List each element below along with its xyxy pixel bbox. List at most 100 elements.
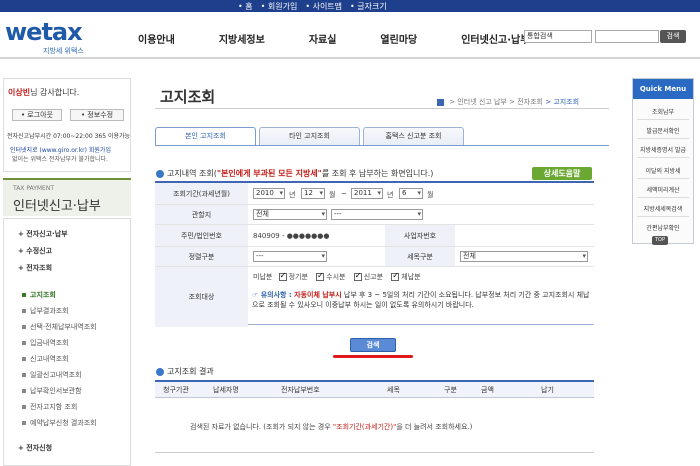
side-header-title: 인터넷신고·납부	[13, 199, 101, 214]
col-amount: 금액	[481, 386, 494, 394]
region-select-1[interactable]: 전체	[253, 209, 327, 220]
side-sub-e-notice[interactable]: 전자고지함 조회	[22, 402, 77, 412]
signup-link[interactable]: • 회원가입	[261, 1, 298, 12]
side-item-e-application[interactable]: + 전자신청	[18, 443, 52, 453]
nav-tax-info[interactable]: 지방세정보	[219, 31, 265, 46]
side-sub-label: 납부결과조회	[30, 307, 69, 315]
sort-select[interactable]: ---	[253, 251, 327, 262]
checkbox-report[interactable]	[353, 271, 362, 281]
nav-forum[interactable]: 열린마당	[380, 31, 417, 46]
sitemap-link[interactable]: • 사이트맵	[305, 1, 342, 12]
side-menu: + 전자신고·납부 + 수정신고 + 전자조회 고지조회 납부결과조회 선택·전…	[3, 218, 131, 466]
side-item-amend[interactable]: + 수정신고	[18, 246, 52, 256]
top-utility-bar: • 홈 • 회원가입 • 사이트맵 • 글자크기	[0, 0, 700, 12]
scroll-top-button[interactable]: TOP	[652, 236, 668, 245]
tilde: ~	[341, 190, 347, 198]
label-biz-number: 사업자번호	[385, 225, 455, 246]
side-sub-label: 선택·전체납부내역조회	[30, 323, 97, 331]
to-month-select[interactable]: 6	[399, 188, 423, 199]
col-category: 구분	[444, 386, 457, 394]
from-year-select[interactable]: 2010	[253, 188, 285, 199]
side-sub-batch-report[interactable]: 일괄신고내역조회	[22, 370, 82, 380]
home-link[interactable]: • 홈	[238, 1, 253, 12]
tab-hometax-inquiry[interactable]: 홈택스 신고분 조회	[363, 127, 464, 145]
section-title-result: 고지조회 결과	[156, 366, 214, 377]
empty-highlight: "조회기간(과세기간)"	[332, 423, 397, 431]
unit-month: 월	[329, 191, 336, 199]
top-search-button[interactable]: 검색	[660, 30, 686, 43]
giro-link[interactable]: 인터넷지로 (www.giro.or.kr) 회원가입	[10, 145, 111, 154]
side-item-e-inquiry[interactable]: + 전자조회	[18, 263, 52, 273]
checkbox-regular[interactable]	[278, 271, 287, 281]
side-sub-notice-inquiry[interactable]: 고지조회	[22, 290, 56, 300]
to-year-select[interactable]: 2011	[351, 188, 383, 199]
search-submit-button[interactable]: 검색	[350, 338, 396, 352]
notice-highlight: 자동이체 납부시	[294, 291, 342, 299]
col-taxpayer: 납세자명	[213, 386, 239, 394]
home-icon[interactable]	[437, 98, 444, 106]
nav-library[interactable]: 자료실	[309, 31, 337, 46]
tax-type-select[interactable]: 전체	[460, 251, 588, 262]
side-sub-report[interactable]: 신고내역조회	[22, 354, 69, 364]
checkbox-occasional[interactable]	[316, 271, 325, 281]
quick-item[interactable]: 지방세세목검색	[633, 204, 693, 213]
bullet-icon	[22, 341, 26, 345]
region-select-2[interactable]: ---	[331, 209, 423, 220]
service-hours: 전자신고납부시간 07:00~22:00 365 이용가능	[7, 133, 131, 140]
side-sub-reservation[interactable]: 예약납부신청 결과조회	[22, 418, 97, 428]
search-input[interactable]	[595, 30, 659, 43]
logout-button[interactable]: • 로그아웃	[12, 109, 62, 121]
label-period: 조회기간(과세년월)	[155, 183, 248, 204]
row-period: 조회기간(과세년월) 2010 년 12 월 ~ 2011 년 6 월	[155, 183, 594, 205]
font-size-link[interactable]: • 글자크기	[350, 1, 387, 12]
quick-item[interactable]: 발급문서확인	[633, 126, 693, 135]
quick-item[interactable]: 이달의 지방세	[633, 166, 693, 175]
side-sub-payment-result[interactable]: 납부결과조회	[22, 306, 69, 316]
breadcrumb-item[interactable]: > 인터넷 신고 납부	[449, 98, 507, 106]
side-sub-label: 예약납부신청 결과조회	[30, 419, 97, 427]
edit-info-button[interactable]: • 정보수정	[70, 109, 124, 121]
site-logo[interactable]: wetax 지방세 위택스	[5, 18, 105, 58]
side-sub-deposit[interactable]: 입금내역조회	[22, 338, 69, 348]
side-item-e-filing[interactable]: + 전자신고·납부	[18, 229, 68, 239]
result-title: 고지조회 결과	[167, 367, 214, 376]
header-divider	[0, 57, 700, 59]
result-bottom-line	[155, 452, 594, 453]
side-menu-header: TAX PAYMENT 인터넷신고·납부	[3, 178, 131, 216]
check-label-regular: 정기분	[288, 273, 308, 281]
tab-self-inquiry[interactable]: 본인 고지조회	[155, 127, 256, 146]
tab-underline	[155, 145, 609, 146]
detail-help-button[interactable]: 상세도움말	[532, 167, 592, 180]
search-scope-select[interactable]: 통합검색	[524, 30, 592, 43]
quick-item[interactable]: 세액미리계산	[633, 185, 693, 194]
nav-guide[interactable]: 이용안내	[138, 31, 175, 46]
page-title: 고지조회	[160, 88, 216, 106]
bullet-icon	[22, 373, 26, 377]
side-sub-selected-payment[interactable]: 선택·전체납부내역조회	[22, 322, 97, 332]
check-label-report: 신고분	[363, 273, 384, 281]
id-number: 840909 - ●●●●●●●	[253, 232, 330, 240]
welcome-text: 이상빈님 감사합니다.	[8, 87, 79, 98]
breadcrumb-item[interactable]: > 전자조회	[509, 98, 543, 106]
logo-subtext: 지방세 위택스	[43, 47, 84, 55]
side-sub-label: 신고내역조회	[30, 355, 69, 363]
quick-divider	[637, 157, 689, 158]
side-sub-label: 입금내역조회	[30, 339, 69, 347]
result-table-header: 청구기관 납세자명 전자납부번호 세목 구분 금액 납기	[155, 380, 594, 398]
side-sub-label: 납부확인서보관함	[30, 387, 82, 395]
tab-other-inquiry[interactable]: 타인 고지조회	[259, 127, 360, 145]
label-sort: 정렬구분	[155, 247, 248, 266]
from-month-select[interactable]: 12	[301, 188, 325, 199]
user-name: 이상빈	[8, 88, 31, 97]
quick-item[interactable]: 조회납부	[633, 107, 693, 116]
quick-item[interactable]: 간편납부확인	[633, 223, 693, 232]
quick-item[interactable]: 지방세증명서 발급	[633, 145, 693, 154]
row-id: 주민/법인번호 840909 - ●●●●●●● 사업자번호	[155, 225, 594, 247]
breadcrumb-current: > 고지조회	[545, 98, 580, 106]
title-divider	[155, 108, 609, 109]
col-tax-item: 세목	[387, 386, 400, 394]
checkbox-arrears[interactable]	[391, 271, 400, 281]
nav-online-payment[interactable]: 인터넷신고·납부	[461, 31, 529, 46]
check-label-occasional: 수시분	[326, 273, 346, 281]
side-sub-receipt-box[interactable]: 납부확인서보관함	[22, 386, 82, 396]
